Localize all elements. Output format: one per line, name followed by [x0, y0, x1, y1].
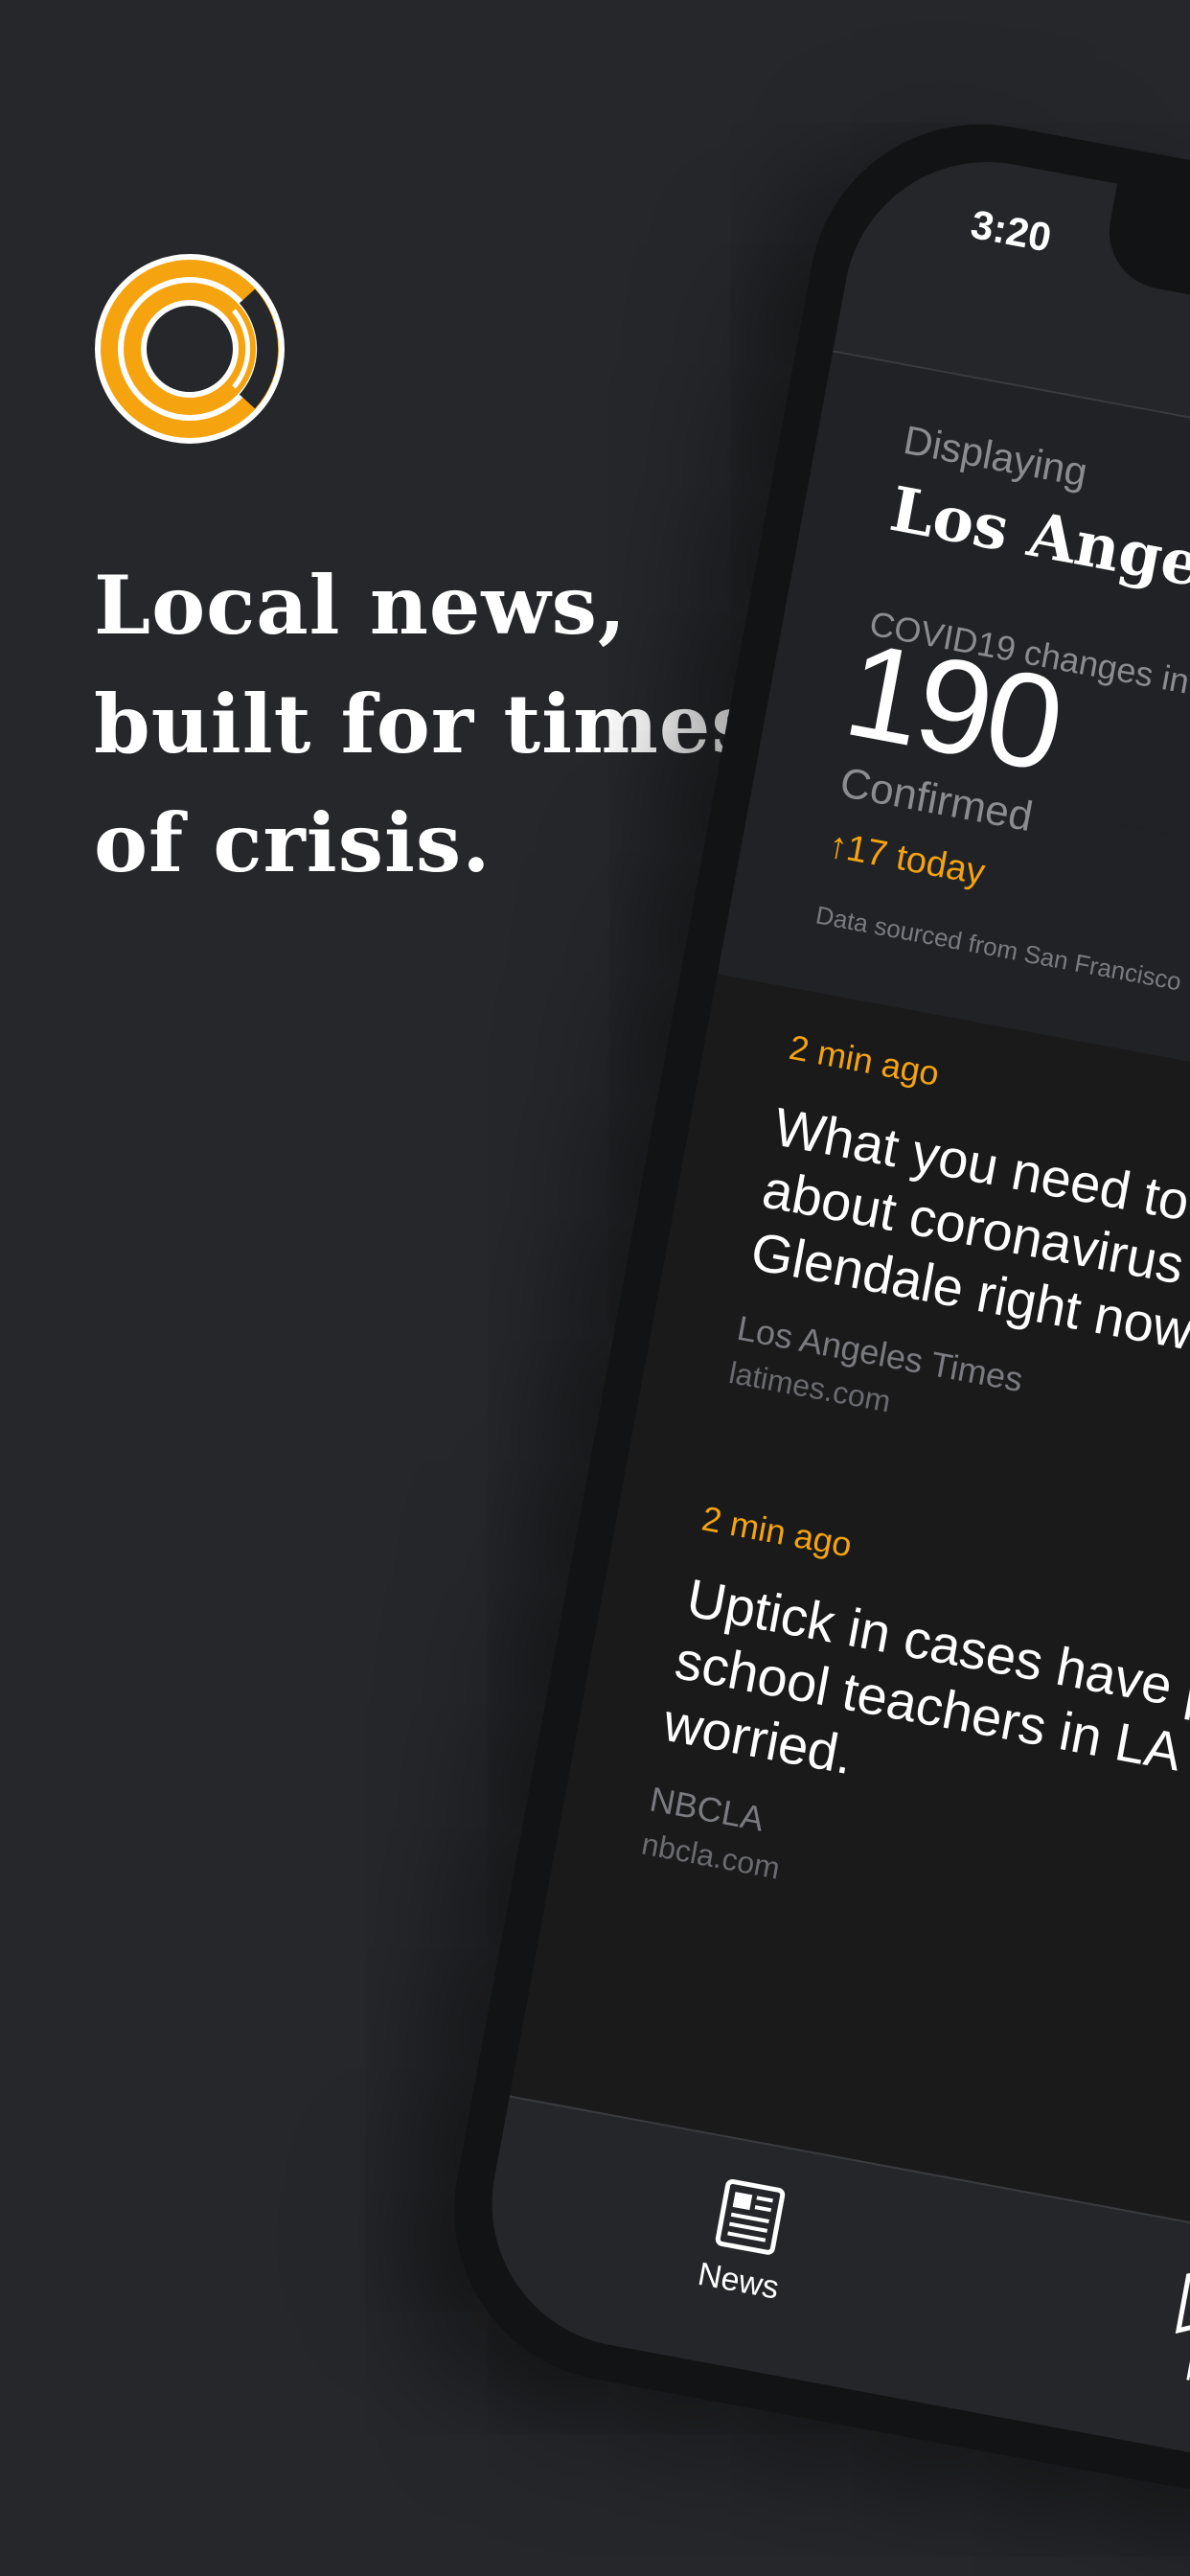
- headline-line-2: built for times: [94, 677, 758, 771]
- daily-change: ↑17 today: [825, 824, 989, 894]
- tab-news[interactable]: News: [669, 2170, 822, 2312]
- phone-mockup: 3:20 Displaying Los Angeles COVID19 chan…: [425, 96, 1190, 2551]
- map-icon: [1175, 2268, 1190, 2340]
- status-time: 3:20: [967, 201, 1055, 261]
- news-list: 2 min ago What you need to about coronav…: [543, 974, 1190, 2105]
- headline-line-1: Local news,: [94, 558, 628, 653]
- tab-map[interactable]: M: [1130, 2256, 1190, 2403]
- tab-bar: News M: [468, 2095, 1190, 2509]
- phone-screen: 3:20 Displaying Los Angeles COVID19 chan…: [468, 138, 1190, 2509]
- headline-line-3: of crisis.: [94, 795, 492, 890]
- newspaper-icon: [715, 2178, 786, 2255]
- tab-news-label: News: [695, 2255, 782, 2307]
- data-source-note: Data sourced from San Francisco: [813, 900, 1184, 997]
- app-logo: [95, 254, 285, 444]
- tab-map-label: M: [1182, 2351, 1190, 2392]
- news-item[interactable]: 2 min ago Uptick in cases have p school …: [543, 1445, 1190, 2105]
- promo-headline: Local news, built for times of crisis.: [94, 546, 758, 903]
- location-name[interactable]: Los Angeles: [884, 473, 1190, 619]
